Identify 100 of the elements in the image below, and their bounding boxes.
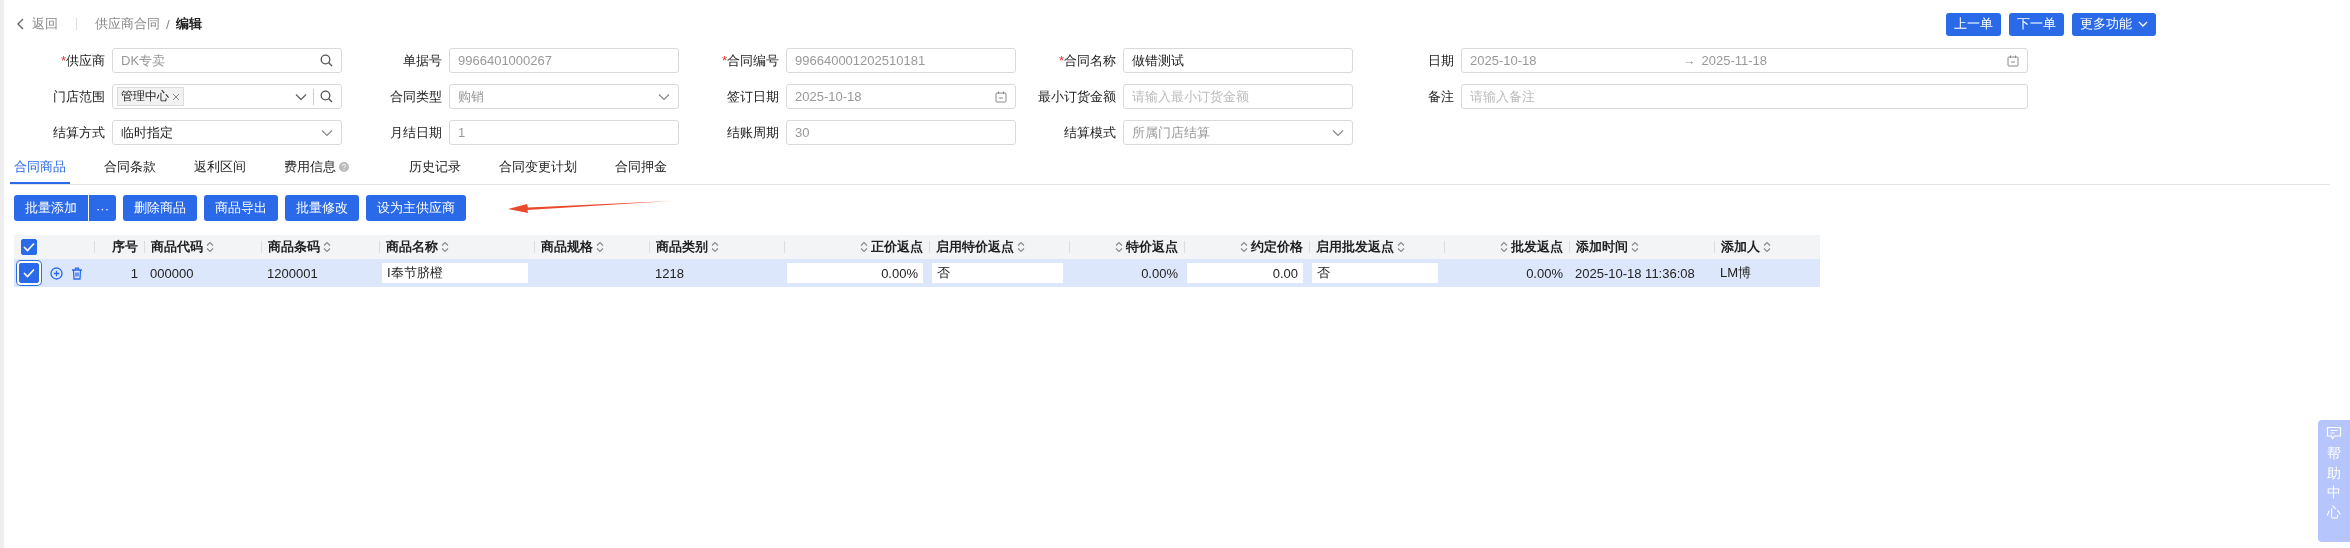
column-header[interactable]: 商品代码	[151, 238, 214, 256]
field-label: 月结日期	[389, 123, 443, 142]
back-link[interactable]: 返回	[32, 15, 58, 33]
input-field[interactable]: 做错测试	[1123, 48, 1353, 73]
field-label: 签订日期	[726, 87, 780, 106]
tab[interactable]: 合同商品	[10, 158, 70, 184]
field-value: DK专卖	[121, 51, 166, 70]
sort-icon[interactable]	[1763, 241, 1771, 253]
checkmark-icon	[23, 268, 35, 278]
field-label: 结账周期	[726, 123, 780, 142]
breadcrumb-separator: /	[166, 16, 170, 32]
toolbar-button[interactable]: 批量添加	[14, 195, 88, 221]
field-value: 购销	[458, 87, 484, 106]
field-value: 2025-10-18	[795, 89, 862, 104]
sort-icon[interactable]	[1397, 241, 1405, 253]
more-menu-button[interactable]: 更多功能	[2072, 12, 2156, 36]
field-label: 最小订货金额	[1037, 87, 1117, 106]
column-header[interactable]: 商品名称	[386, 238, 449, 256]
placeholder: 请输入备注	[1470, 87, 1535, 106]
field-label: 门店范围	[52, 87, 106, 106]
sort-icon[interactable]	[1631, 241, 1639, 253]
field-label: 结算方式	[52, 123, 106, 142]
sort-icon[interactable]	[1017, 241, 1025, 253]
column-header[interactable]: 添加人	[1721, 238, 1771, 256]
column-header[interactable]: 启用特价返点	[936, 238, 1025, 256]
field-value: 996640001202510181	[795, 53, 926, 68]
cell-input[interactable]: I奉节脐橙	[382, 263, 528, 283]
field-value: 所属门店结算	[1132, 123, 1210, 142]
field-label: *供应商	[59, 51, 106, 70]
field-label: *合同名称	[1057, 51, 1117, 70]
sort-icon[interactable]	[323, 241, 331, 253]
tab[interactable]: 历史记录	[405, 158, 465, 184]
tab[interactable]: 费用信息	[280, 158, 353, 184]
sort-icon[interactable]	[1500, 241, 1508, 253]
tab[interactable]: 返利区间	[190, 158, 250, 184]
column-header[interactable]: 商品类别	[656, 238, 719, 256]
table-cell: 000000	[150, 265, 194, 281]
table-cell: 2025-10-18 11:36:08	[1575, 265, 1695, 281]
sort-icon[interactable]	[596, 241, 604, 253]
add-icon[interactable]	[50, 266, 63, 280]
toolbar-button[interactable]: 批量修改	[285, 195, 359, 221]
nav-button[interactable]: 上一单	[1946, 12, 2001, 36]
back-icon[interactable]	[16, 18, 26, 30]
select-field[interactable]: 临时指定	[112, 120, 342, 145]
tag: 管理中心	[117, 87, 184, 106]
sort-icon[interactable]	[206, 241, 214, 253]
column-header[interactable]: 约定价格	[1240, 238, 1303, 256]
field-value: 30	[795, 125, 810, 140]
chevron-down-icon	[2138, 20, 2148, 28]
close-icon[interactable]	[172, 92, 180, 101]
column-header[interactable]: 启用批发返点	[1316, 238, 1405, 256]
cell-input[interactable]: 否	[932, 263, 1063, 283]
chevron-down-icon	[1332, 128, 1344, 137]
tab[interactable]: 合同变更计划	[495, 158, 581, 184]
row-checkbox[interactable]	[19, 263, 39, 283]
start-date: 2025-10-18	[1470, 53, 1537, 68]
chevron-down-icon	[321, 128, 333, 137]
field-label: 合同类型	[389, 87, 443, 106]
toolbar-button[interactable]: 商品导出	[204, 195, 278, 221]
table-cell: 1	[130, 265, 138, 281]
table-row[interactable]: 1 000000 1200001 I奉节脐橙 1218 0.00% 否 0.00% 0.00 否 0.00% 2025-10-18 11:36:08 LM博	[14, 259, 1820, 287]
breadcrumb-item[interactable]: 供应商合同	[95, 15, 160, 33]
tag-select-field[interactable]: 管理中心	[112, 84, 342, 109]
field-value: 1	[458, 125, 466, 140]
column-header[interactable]: 正价返点	[860, 238, 923, 256]
cell-input[interactable]: 0.00	[1187, 263, 1303, 283]
help-center-label: 帮助中心	[2327, 444, 2341, 522]
field-label: 日期	[1427, 51, 1455, 70]
tab[interactable]: 合同押金	[611, 158, 671, 184]
toolbar-button[interactable]: 设为主供应商	[366, 195, 466, 221]
field-label: *合同编号	[720, 51, 780, 70]
sort-icon[interactable]	[860, 241, 868, 253]
search-icon[interactable]	[320, 90, 333, 103]
field-value: 9966401000267	[458, 53, 552, 68]
tab[interactable]: 合同条款	[100, 158, 160, 184]
chevron-down-icon	[658, 92, 670, 101]
column-header[interactable]: 商品条码	[268, 238, 331, 256]
help-icon[interactable]	[339, 162, 349, 172]
more-button[interactable]: ···	[89, 195, 116, 221]
table-cell: LM博	[1720, 264, 1752, 282]
nav-button[interactable]: 下一单	[2009, 12, 2064, 36]
field-value: 做错测试	[1132, 51, 1184, 70]
sort-icon[interactable]	[711, 241, 719, 253]
column-header[interactable]: 商品规格	[541, 238, 604, 256]
trash-icon[interactable]	[71, 266, 83, 280]
sort-icon[interactable]	[1240, 241, 1248, 253]
field-value: 临时指定	[121, 123, 173, 142]
table-cell: 0.00%	[1141, 265, 1178, 281]
column-header[interactable]: 添加时间	[1576, 238, 1639, 256]
cell-input[interactable]: 0.00%	[787, 263, 923, 283]
field-label: 备注	[1427, 87, 1455, 106]
placeholder: 请输入最小订货金额	[1132, 87, 1249, 106]
select-all-checkbox[interactable]	[21, 239, 37, 255]
column-header[interactable]: 批发返点	[1500, 238, 1563, 256]
sort-icon[interactable]	[1115, 241, 1123, 253]
sort-icon[interactable]	[441, 241, 449, 253]
cell-input[interactable]: 否	[1312, 263, 1438, 283]
toolbar-button[interactable]: 删除商品	[123, 195, 197, 221]
column-header[interactable]: 特价返点	[1115, 238, 1178, 256]
field-label: 单据号	[402, 51, 443, 70]
